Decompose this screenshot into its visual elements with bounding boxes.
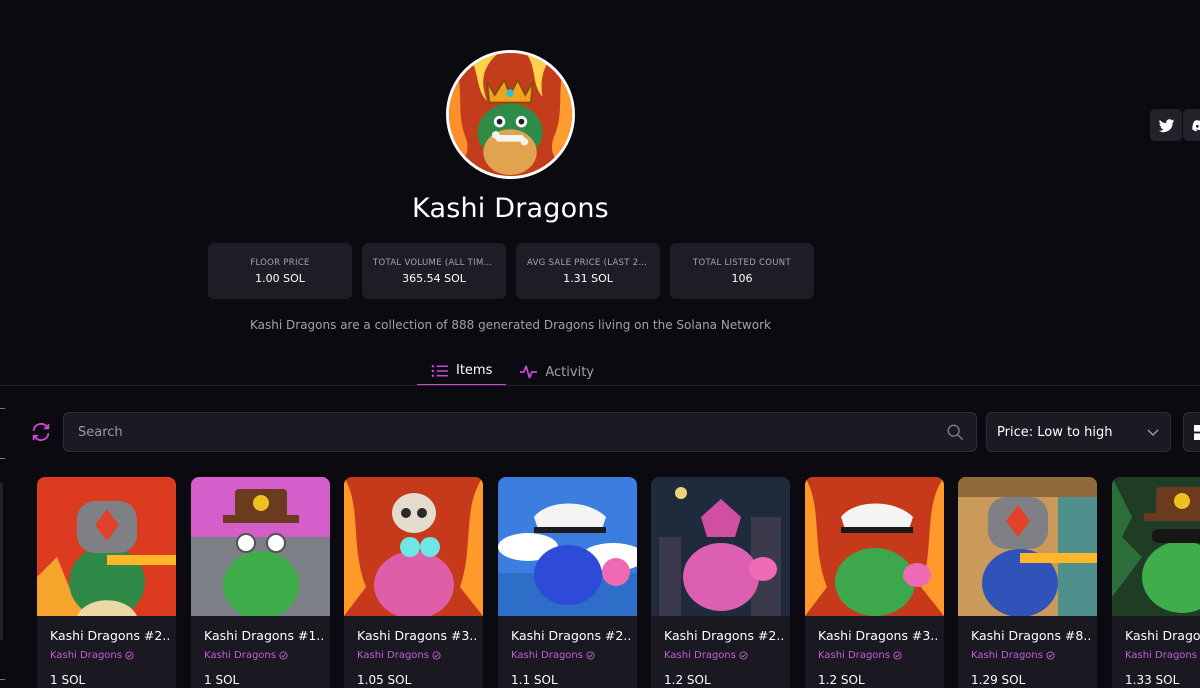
collection-page: Kashi Dragons FLOOR PRICE 1.00 SOL TOTAL… xyxy=(0,0,1200,688)
nft-name: Kashi Dragons #2... xyxy=(50,628,170,643)
nft-collection[interactable]: Kashi Dragons xyxy=(1125,650,1200,661)
search-icon[interactable] xyxy=(946,423,964,441)
tabs: Items Activity xyxy=(417,358,608,386)
stats-row: FLOOR PRICE 1.00 SOL TOTAL VOLUME (ALL T… xyxy=(208,243,814,299)
verified-icon xyxy=(125,651,134,660)
stat-label: FLOOR PRICE xyxy=(250,257,310,268)
tab-activity[interactable]: Activity xyxy=(506,358,608,386)
refresh-button[interactable] xyxy=(30,421,52,443)
nft-collection[interactable]: Kashi Dragons xyxy=(664,650,748,661)
search-input[interactable] xyxy=(76,423,916,441)
stat-value: 365.54 SOL xyxy=(402,271,466,285)
nft-image xyxy=(344,477,483,616)
nft-price: 1.33 SOL xyxy=(1125,673,1180,687)
nft-price: 1.2 SOL xyxy=(818,673,865,687)
stat-label: AVG SALE PRICE (LAST 24... xyxy=(527,257,649,268)
nft-card[interactable]: Kashi Dragons #3... Kashi Dragons 1.33 S… xyxy=(1112,477,1200,688)
nft-card[interactable]: Kashi Dragons #8... Kashi Dragons 1.29 S… xyxy=(958,477,1097,688)
tabs-divider xyxy=(0,385,1200,386)
nft-card[interactable]: Kashi Dragons #3... Kashi Dragons 1.2 SO… xyxy=(805,477,944,688)
nft-price: 1.29 SOL xyxy=(971,673,1026,687)
nft-collection-label: Kashi Dragons xyxy=(1125,650,1197,661)
stat-label: TOTAL LISTED COUNT xyxy=(693,257,791,268)
nft-collection-label: Kashi Dragons xyxy=(50,650,122,661)
nft-image xyxy=(1112,477,1200,616)
nft-card[interactable]: Kashi Dragons #1... Kashi Dragons 1 SOL xyxy=(191,477,330,688)
nft-price: 1 SOL xyxy=(50,673,86,687)
nft-name: Kashi Dragons #3... xyxy=(1125,628,1200,643)
refresh-icon xyxy=(32,423,50,441)
nft-collection[interactable]: Kashi Dragons xyxy=(511,650,595,661)
nft-image xyxy=(958,477,1097,616)
stat-total-volume: TOTAL VOLUME (ALL TIME... 365.54 SOL xyxy=(362,243,506,299)
stat-floor-price: FLOOR PRICE 1.00 SOL xyxy=(208,243,352,299)
nft-name: Kashi Dragons #2... xyxy=(511,628,631,643)
nft-collection[interactable]: Kashi Dragons xyxy=(204,650,288,661)
stat-value: 1.00 SOL xyxy=(255,271,305,285)
nft-collection[interactable]: Kashi Dragons xyxy=(818,650,902,661)
twitter-icon xyxy=(1158,118,1174,132)
twitter-button[interactable] xyxy=(1150,109,1182,141)
nft-name: Kashi Dragons #8... xyxy=(971,628,1091,643)
sidebar-divider xyxy=(0,679,5,680)
nft-image xyxy=(651,477,790,616)
nft-name: Kashi Dragons #1... xyxy=(204,628,324,643)
verified-icon xyxy=(279,651,288,660)
verified-icon xyxy=(739,651,748,660)
tab-label: Items xyxy=(456,363,493,378)
nft-name: Kashi Dragons #3... xyxy=(818,628,938,643)
nft-card[interactable]: Kashi Dragons #2... Kashi Dragons 1.1 SO… xyxy=(498,477,637,688)
nft-image xyxy=(191,477,330,616)
nft-collection-label: Kashi Dragons xyxy=(357,650,429,661)
discord-button[interactable] xyxy=(1183,109,1200,141)
nft-image xyxy=(498,477,637,616)
sidebar-scrollbar[interactable] xyxy=(0,483,3,640)
nft-collection[interactable]: Kashi Dragons xyxy=(50,650,134,661)
verified-icon xyxy=(893,651,902,660)
search-box[interactable] xyxy=(63,412,977,452)
nft-collection-label: Kashi Dragons xyxy=(818,650,890,661)
nft-image xyxy=(805,477,944,616)
verified-icon xyxy=(432,651,441,660)
collection-description: Kashi Dragons are a collection of 888 ge… xyxy=(250,318,771,332)
sort-select-value: Price: Low to high xyxy=(997,424,1113,440)
sidebar-divider xyxy=(0,408,5,409)
nft-price: 1.1 SOL xyxy=(511,673,558,687)
nft-collection-label: Kashi Dragons xyxy=(971,650,1043,661)
tab-label: Activity xyxy=(545,364,594,380)
stat-value: 106 xyxy=(731,271,753,285)
stat-label: TOTAL VOLUME (ALL TIME... xyxy=(373,257,495,268)
nft-card[interactable]: Kashi Dragons #3... Kashi Dragons 1.05 S… xyxy=(344,477,483,688)
list-icon xyxy=(431,364,448,377)
nft-image xyxy=(37,477,176,616)
stat-total-listed-count: TOTAL LISTED COUNT 106 xyxy=(670,243,814,299)
collection-avatar xyxy=(446,50,575,179)
dragon-avatar-image xyxy=(449,53,572,176)
stat-value: 1.31 SOL xyxy=(563,271,613,285)
verified-icon xyxy=(586,651,595,660)
sidebar-divider xyxy=(0,458,5,459)
grid-view-toggle[interactable] xyxy=(1183,412,1200,452)
nft-card[interactable]: Kashi Dragons #2... Kashi Dragons 1.2 SO… xyxy=(651,477,790,688)
nft-collection[interactable]: Kashi Dragons xyxy=(971,650,1055,661)
nft-price: 1.2 SOL xyxy=(664,673,711,687)
nft-price: 1.05 SOL xyxy=(357,673,412,687)
verified-icon xyxy=(1046,651,1055,660)
nft-collection-label: Kashi Dragons xyxy=(664,650,736,661)
collection-title: Kashi Dragons xyxy=(412,193,609,224)
sort-select[interactable]: Price: Low to high xyxy=(986,412,1171,452)
nft-card[interactable]: Kashi Dragons #2... Kashi Dragons 1 SOL xyxy=(37,477,176,688)
nft-collection[interactable]: Kashi Dragons xyxy=(357,650,441,661)
discord-icon xyxy=(1191,119,1200,131)
nft-collection-label: Kashi Dragons xyxy=(511,650,583,661)
grid-icon xyxy=(1194,424,1200,440)
nft-name: Kashi Dragons #3... xyxy=(357,628,477,643)
nft-collection-label: Kashi Dragons xyxy=(204,650,276,661)
chevron-down-icon xyxy=(1147,429,1159,437)
tab-items[interactable]: Items xyxy=(417,358,507,386)
stat-avg-sale-price: AVG SALE PRICE (LAST 24... 1.31 SOL xyxy=(516,243,660,299)
nft-price: 1 SOL xyxy=(204,673,240,687)
nft-name: Kashi Dragons #2... xyxy=(664,628,784,643)
activity-icon xyxy=(520,365,538,379)
